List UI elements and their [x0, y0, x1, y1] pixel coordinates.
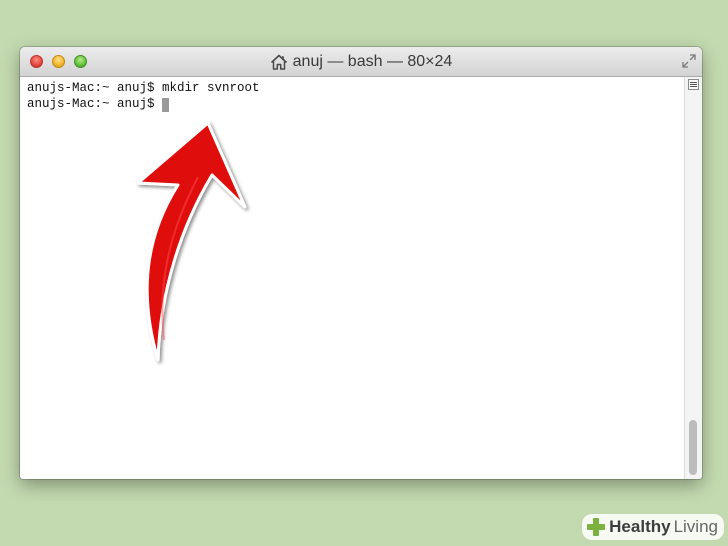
red-arrow-icon	[136, 121, 247, 362]
vertical-scrollbar[interactable]	[684, 77, 702, 479]
home-icon	[270, 54, 287, 70]
split-pane-icon[interactable]	[688, 79, 699, 90]
terminal-prompt-line: anujs-Mac:~ anuj$	[27, 97, 684, 113]
terminal-prompt-text: anujs-Mac:~ anuj$	[27, 97, 163, 112]
scroll-thumb[interactable]	[689, 420, 697, 475]
terminal-line-text: anujs-Mac:~ anuj$ mkdir svnroot	[27, 81, 260, 96]
window-title-text: anuj — bash — 80×24	[292, 53, 453, 70]
title-bar[interactable]: anuj — bash — 80×24	[20, 47, 702, 77]
watermark-brand-light: Living	[673, 517, 718, 536]
window-title: anuj — bash — 80×24	[20, 47, 702, 77]
watermark: Healthy Living	[582, 514, 724, 540]
healthy-living-logo-icon	[587, 518, 606, 536]
text-cursor	[162, 98, 170, 112]
watermark-brand-bold: Healthy	[609, 517, 671, 536]
terminal-line: anujs-Mac:~ anuj$ mkdir svnroot	[27, 81, 684, 97]
fullscreen-icon[interactable]	[682, 54, 696, 68]
